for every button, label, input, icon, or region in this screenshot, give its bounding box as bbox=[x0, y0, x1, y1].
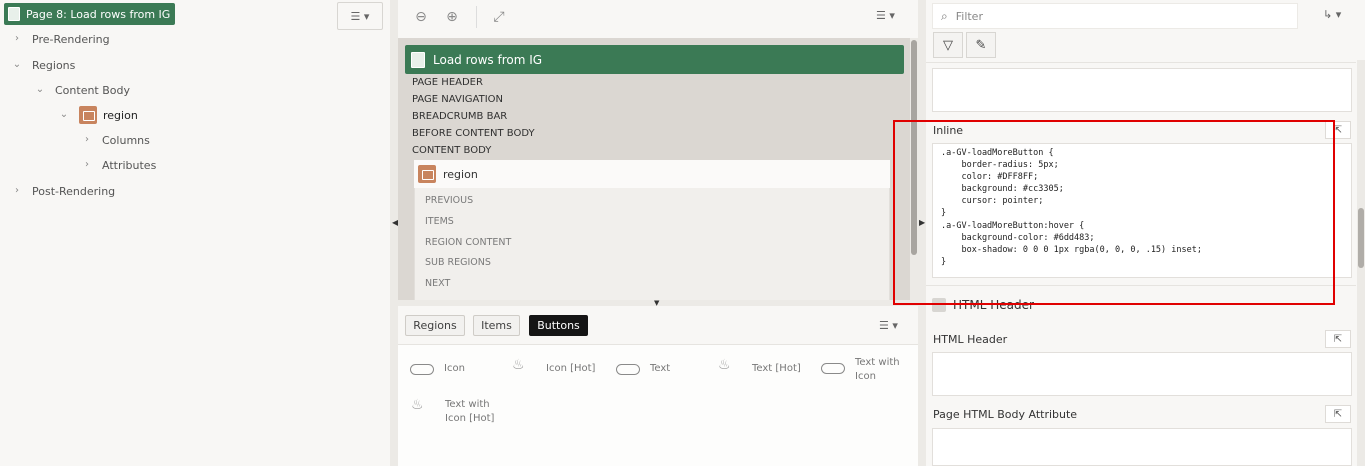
position-before-content-body[interactable]: BEFORE CONTENT BODY bbox=[412, 128, 535, 139]
tree-item-attributes[interactable]: › Attributes bbox=[82, 154, 156, 176]
gallery-item-text-with-icon-hot[interactable]: ♨ Text with Icon [Hot] bbox=[411, 398, 494, 426]
position-breadcrumb-bar[interactable]: BREADCRUMB BAR bbox=[412, 111, 507, 122]
tab-regions[interactable]: Regions bbox=[405, 315, 465, 336]
toolbar-divider bbox=[476, 6, 477, 28]
region-position-previous[interactable]: PREVIOUS bbox=[425, 195, 473, 206]
tree-item-post-rendering[interactable]: › Post-Rendering bbox=[12, 180, 115, 202]
body-attribute-textarea[interactable] bbox=[932, 428, 1352, 466]
tree-page-node[interactable]: Page 8: Load rows from IG bbox=[4, 3, 176, 25]
tree-item-label: Pre-Rendering bbox=[32, 32, 110, 46]
hamburger-icon: ☰ ▾ bbox=[350, 9, 370, 23]
zoom-out-icon[interactable]: ⊖ bbox=[412, 8, 430, 26]
tree-menu-button[interactable]: ☰ ▾ bbox=[337, 2, 383, 30]
tree-item-pre-rendering[interactable]: › Pre-Rendering bbox=[12, 28, 110, 50]
region-position-region-content[interactable]: REGION CONTENT bbox=[425, 237, 511, 248]
gallery-menu-button[interactable]: ☰ ▾ bbox=[879, 319, 898, 332]
layout-menu-button[interactable]: ☰ ▾ bbox=[876, 9, 895, 22]
tree-item-label: Attributes bbox=[102, 158, 157, 172]
tree-item-label: Columns bbox=[102, 133, 150, 147]
divider bbox=[926, 62, 1356, 63]
pencil-icon: ✎ bbox=[975, 37, 987, 53]
tree-item-content-body[interactable]: ⌄ Content Body bbox=[35, 79, 130, 101]
chevron-down-icon: ⌄ bbox=[12, 59, 22, 70]
filter-input[interactable]: ⌕ Filter bbox=[932, 3, 1298, 29]
chevron-down-icon: ⌄ bbox=[59, 109, 69, 120]
region-icon bbox=[418, 165, 436, 183]
layout-region-title: region bbox=[443, 167, 478, 181]
region-position-sub-regions[interactable]: SUB REGIONS bbox=[425, 257, 491, 268]
zoom-in-icon[interactable]: ⊕ bbox=[443, 8, 461, 26]
html-header-textarea[interactable] bbox=[932, 352, 1352, 396]
flame-icon: ♨ bbox=[411, 397, 424, 413]
tree-item-regions[interactable]: ⌄ Regions bbox=[12, 54, 76, 76]
funnel-icon: ▽ bbox=[943, 37, 953, 53]
tab-buttons[interactable]: Buttons bbox=[529, 315, 588, 336]
search-icon: ⌕ bbox=[941, 8, 948, 23]
region-position-next[interactable]: NEXT bbox=[425, 278, 450, 289]
tree-item-label: Regions bbox=[32, 58, 76, 72]
gallery-item-label: Icon [Hot] bbox=[445, 413, 495, 424]
gallery-item-label: Text with bbox=[445, 399, 490, 410]
filter-placeholder: Filter bbox=[955, 9, 983, 23]
gallery-item-label: Text with bbox=[855, 357, 900, 368]
go-to-group-button[interactable]: ↳ ▾ bbox=[1323, 8, 1341, 21]
html-header-label: HTML Header bbox=[933, 333, 1008, 346]
flame-icon: ♨ bbox=[718, 357, 731, 373]
tree-item-columns[interactable]: › Columns bbox=[82, 129, 150, 151]
tab-items[interactable]: Items bbox=[473, 315, 520, 336]
tree-page-label: Page 8: Load rows from IG bbox=[26, 7, 171, 21]
gallery-item-text-with-icon[interactable]: Text with Icon bbox=[821, 356, 900, 384]
gallery-item-text-hot[interactable]: ♨ Text [Hot] bbox=[718, 358, 801, 374]
filter-toggle-button[interactable]: ▽ bbox=[933, 32, 963, 58]
gallery-item-label: Icon bbox=[444, 363, 465, 374]
css-file-urls-textarea[interactable] bbox=[932, 68, 1352, 112]
pill-icon bbox=[821, 363, 845, 374]
tree-item-label: Post-Rendering bbox=[32, 184, 116, 198]
gallery-item-label: Icon [Hot] bbox=[546, 363, 596, 374]
region-icon bbox=[79, 106, 97, 124]
position-page-navigation[interactable]: PAGE NAVIGATION bbox=[412, 94, 503, 105]
gallery-item-icon[interactable]: Icon bbox=[410, 363, 465, 375]
gallery-item-label: Text bbox=[650, 363, 671, 374]
layout-page-title: Load rows from IG bbox=[433, 52, 543, 67]
flame-icon: ♨ bbox=[512, 357, 525, 373]
chevron-down-icon: ⌄ bbox=[35, 84, 45, 95]
expand-icon: ⇱ bbox=[1333, 333, 1343, 345]
expand-body-attribute-button[interactable]: ⇱ bbox=[1325, 405, 1351, 423]
pill-icon bbox=[410, 364, 434, 375]
gallery-item-icon-hot[interactable]: ♨ Icon [Hot] bbox=[512, 358, 595, 374]
expand-icon[interactable]: ⤢ bbox=[490, 8, 508, 26]
gallery-item-text[interactable]: Text bbox=[616, 363, 670, 375]
position-content-body[interactable]: CONTENT BODY bbox=[412, 145, 491, 156]
highlight-box bbox=[893, 120, 1335, 305]
chevron-right-icon: › bbox=[15, 185, 19, 196]
tree-item-region[interactable]: ⌄ region bbox=[59, 104, 138, 126]
position-page-header[interactable]: PAGE HEADER bbox=[412, 77, 483, 88]
chevron-right-icon: › bbox=[15, 33, 19, 44]
gallery-item-label: Icon bbox=[855, 371, 876, 382]
expand-icon: ⇱ bbox=[1333, 124, 1343, 136]
tree-item-label: Content Body bbox=[55, 83, 131, 97]
layout-region-header[interactable]: region bbox=[414, 160, 890, 188]
page-icon bbox=[411, 51, 425, 68]
property-scrollbar-thumb[interactable] bbox=[1358, 208, 1364, 268]
tree-item-label: region bbox=[103, 108, 138, 122]
splitter-left[interactable] bbox=[390, 0, 398, 466]
pill-icon bbox=[616, 364, 640, 375]
chevron-right-icon: › bbox=[85, 134, 89, 145]
gallery-item-label: Text [Hot] bbox=[752, 363, 801, 374]
page-icon bbox=[8, 7, 20, 21]
expand-icon: ⇱ bbox=[1333, 408, 1343, 420]
chevron-right-icon: › bbox=[85, 159, 89, 170]
layout-page-header[interactable]: Load rows from IG bbox=[405, 45, 904, 74]
region-position-items[interactable]: ITEMS bbox=[425, 216, 454, 227]
edit-toggle-button[interactable]: ✎ bbox=[966, 32, 996, 58]
expand-html-header-button[interactable]: ⇱ bbox=[1325, 330, 1351, 348]
body-attribute-label: Page HTML Body Attribute bbox=[933, 408, 1078, 421]
